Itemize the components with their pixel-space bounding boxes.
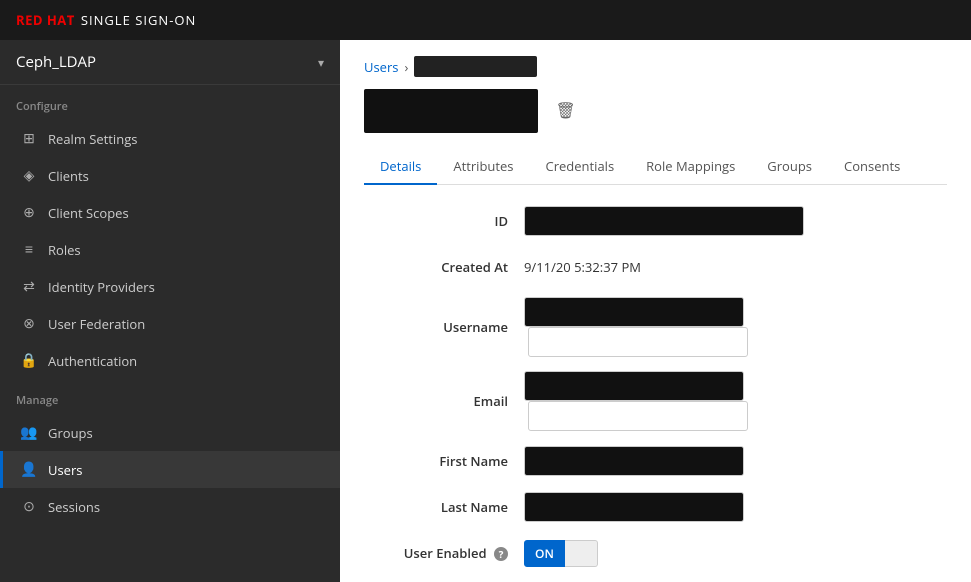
first-name-input[interactable] xyxy=(524,446,744,476)
sidebar-item-groups[interactable]: 👥 Groups xyxy=(0,414,340,451)
sidebar-item-identity-providers[interactable]: ⇄ Identity Providers xyxy=(0,268,340,305)
sidebar-item-realm-settings[interactable]: ⊞ Realm Settings xyxy=(0,120,340,157)
created-at-label: Created At xyxy=(364,258,524,276)
users-icon: 👤 xyxy=(20,460,38,479)
form-row-user-enabled: User Enabled ? ON xyxy=(364,537,947,569)
authentication-icon: 🔒 xyxy=(20,351,38,370)
user-federation-icon: ⊗ xyxy=(20,314,38,333)
last-name-label: Last Name xyxy=(364,498,524,516)
tab-role-mappings[interactable]: Role Mappings xyxy=(630,149,751,185)
identity-providers-icon: ⇄ xyxy=(20,277,38,296)
sidebar: Ceph_LDAP ▾ Configure ⊞ Realm Settings ◈… xyxy=(0,40,340,582)
logo-red: RED HAT xyxy=(16,11,75,29)
sidebar-item-user-federation[interactable]: ⊗ User Federation xyxy=(0,305,340,342)
sidebar-item-users[interactable]: 👤 Users xyxy=(0,451,340,488)
user-enabled-help-icon[interactable]: ? xyxy=(494,547,508,561)
sidebar-item-label: Client Scopes xyxy=(48,204,129,222)
form-row-first-name: First Name xyxy=(364,445,947,477)
clients-icon: ◈ xyxy=(20,166,38,185)
last-name-value xyxy=(524,492,947,522)
email-value xyxy=(524,371,947,431)
sidebar-item-label: Identity Providers xyxy=(48,278,155,296)
groups-icon: 👥 xyxy=(20,423,38,442)
client-scopes-icon: ⊕ xyxy=(20,203,38,222)
email-input[interactable] xyxy=(524,371,744,401)
page-title xyxy=(364,89,538,133)
sidebar-item-label: Realm Settings xyxy=(48,130,137,148)
id-value xyxy=(524,206,947,236)
id-input xyxy=(524,206,804,236)
tab-details[interactable]: Details xyxy=(364,149,437,185)
content-area: Users › 🗑 Details Attributes Credentials… xyxy=(340,40,971,582)
breadcrumb-users[interactable]: Users xyxy=(364,58,398,76)
sidebar-item-label: Groups xyxy=(48,424,93,442)
form-row-id: ID xyxy=(364,205,947,237)
sidebar-item-label: Sessions xyxy=(48,498,100,516)
tab-groups[interactable]: Groups xyxy=(751,149,828,185)
user-enabled-value: ON xyxy=(524,540,947,567)
form-row-username: Username xyxy=(364,297,947,357)
sidebar-item-clients[interactable]: ◈ Clients xyxy=(0,157,340,194)
form-row-last-name: Last Name xyxy=(364,491,947,523)
username-label: Username xyxy=(364,318,524,336)
delete-button[interactable]: 🗑 xyxy=(550,95,582,127)
email-extra-input[interactable] xyxy=(528,401,748,431)
main-layout: Ceph_LDAP ▾ Configure ⊞ Realm Settings ◈… xyxy=(0,40,971,582)
top-bar: RED HAT SINGLE SIGN-ON xyxy=(0,0,971,40)
breadcrumb-current xyxy=(414,56,536,77)
last-name-input[interactable] xyxy=(524,492,744,522)
sidebar-item-authentication[interactable]: 🔒 Authentication xyxy=(0,342,340,379)
username-extra-input[interactable] xyxy=(528,327,748,357)
logo-sso: SINGLE SIGN-ON xyxy=(81,11,196,29)
tab-consents[interactable]: Consents xyxy=(828,149,916,185)
sidebar-item-roles[interactable]: ≡ Roles xyxy=(0,231,340,268)
sidebar-item-label: Users xyxy=(48,461,82,479)
form-row-email: Email xyxy=(364,371,947,431)
realm-name: Ceph_LDAP xyxy=(16,52,96,72)
tab-attributes[interactable]: Attributes xyxy=(437,149,529,185)
configure-section-label: Configure xyxy=(0,85,340,120)
toggle-off-part xyxy=(565,540,598,567)
sidebar-item-sessions[interactable]: ⊙ Sessions xyxy=(0,488,340,525)
user-enabled-toggle[interactable]: ON xyxy=(524,540,947,567)
manage-section-label: Manage xyxy=(0,379,340,414)
logo: RED HAT SINGLE SIGN-ON xyxy=(16,11,196,29)
page-title-bar: 🗑 xyxy=(364,89,947,133)
tabs: Details Attributes Credentials Role Mapp… xyxy=(364,149,947,185)
username-input[interactable] xyxy=(524,297,744,327)
user-enabled-label: User Enabled ? xyxy=(364,544,524,562)
id-label: ID xyxy=(364,212,524,230)
form-row-created-at: Created At 9/11/20 5:32:37 PM xyxy=(364,251,947,283)
roles-icon: ≡ xyxy=(20,240,38,259)
username-value xyxy=(524,297,947,357)
tab-credentials[interactable]: Credentials xyxy=(530,149,631,185)
first-name-value xyxy=(524,446,947,476)
created-at-value: 9/11/20 5:32:37 PM xyxy=(524,258,947,276)
sidebar-item-label: Roles xyxy=(48,241,81,259)
sidebar-item-label: Clients xyxy=(48,167,89,185)
email-label: Email xyxy=(364,392,524,410)
sidebar-item-label: User Federation xyxy=(48,315,145,333)
toggle-on-label: ON xyxy=(524,540,565,567)
breadcrumb: Users › xyxy=(364,56,947,77)
breadcrumb-separator: › xyxy=(404,58,408,76)
sessions-icon: ⊙ xyxy=(20,497,38,516)
chevron-down-icon: ▾ xyxy=(318,54,324,71)
realm-settings-icon: ⊞ xyxy=(20,129,38,148)
first-name-label: First Name xyxy=(364,452,524,470)
sidebar-item-client-scopes[interactable]: ⊕ Client Scopes xyxy=(0,194,340,231)
sidebar-item-label: Authentication xyxy=(48,352,137,370)
realm-selector[interactable]: Ceph_LDAP ▾ xyxy=(0,40,340,85)
